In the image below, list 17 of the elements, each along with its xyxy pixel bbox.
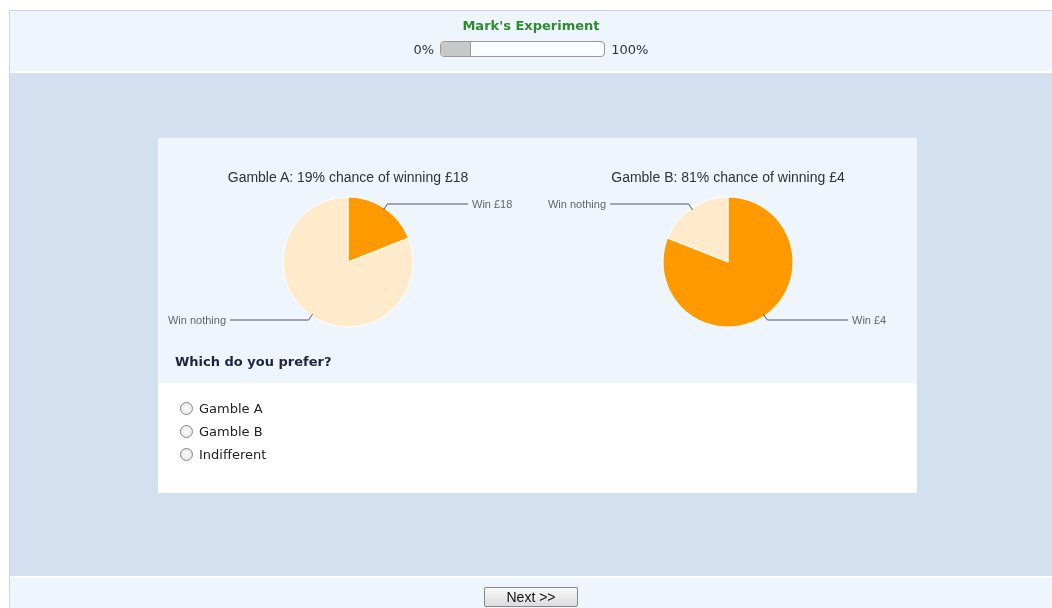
chart-title: Gamble B: 81% chance of winning £4 [611, 169, 845, 185]
chart-title: Gamble A: 19% chance of winning £18 [227, 169, 469, 185]
option-label[interactable]: Indifferent [199, 447, 267, 462]
radio-button[interactable] [180, 402, 193, 415]
radio-button[interactable] [180, 448, 193, 461]
survey-title: Mark's Experiment [462, 18, 600, 33]
option-label[interactable]: Gamble A [199, 401, 263, 416]
slice-label: Win nothing [547, 198, 606, 210]
slice-label: Win nothing [167, 314, 226, 326]
progress-end-label: 100% [611, 41, 649, 57]
slice-label: Win £4 [852, 314, 887, 326]
next-button[interactable]: Next >> [484, 586, 578, 607]
radio-button[interactable] [180, 425, 193, 438]
option-label[interactable]: Gamble B [199, 424, 263, 439]
slice-label: Win £18 [472, 198, 513, 210]
progress-start-label: 0% [413, 41, 435, 57]
question-text: Which do you prefer? [175, 354, 333, 369]
